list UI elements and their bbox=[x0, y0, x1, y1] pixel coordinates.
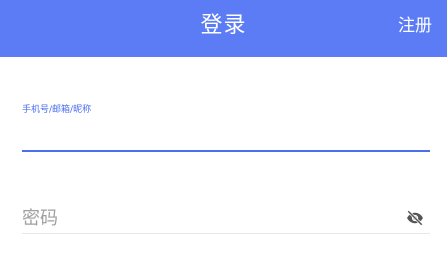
password-field[interactable] bbox=[22, 200, 430, 234]
username-field[interactable]: 手机号/邮箱/昵称 bbox=[22, 104, 430, 152]
username-input[interactable] bbox=[22, 118, 430, 150]
page-title: 登录 bbox=[200, 13, 247, 38]
eye-off-icon[interactable] bbox=[406, 209, 424, 227]
password-underline bbox=[22, 233, 430, 234]
top-bar: 登录 注册 bbox=[0, 0, 447, 57]
register-link[interactable]: 注册 bbox=[398, 14, 432, 38]
username-underline bbox=[22, 150, 430, 152]
password-input[interactable] bbox=[22, 204, 392, 232]
username-label: 手机号/邮箱/昵称 bbox=[22, 105, 92, 115]
